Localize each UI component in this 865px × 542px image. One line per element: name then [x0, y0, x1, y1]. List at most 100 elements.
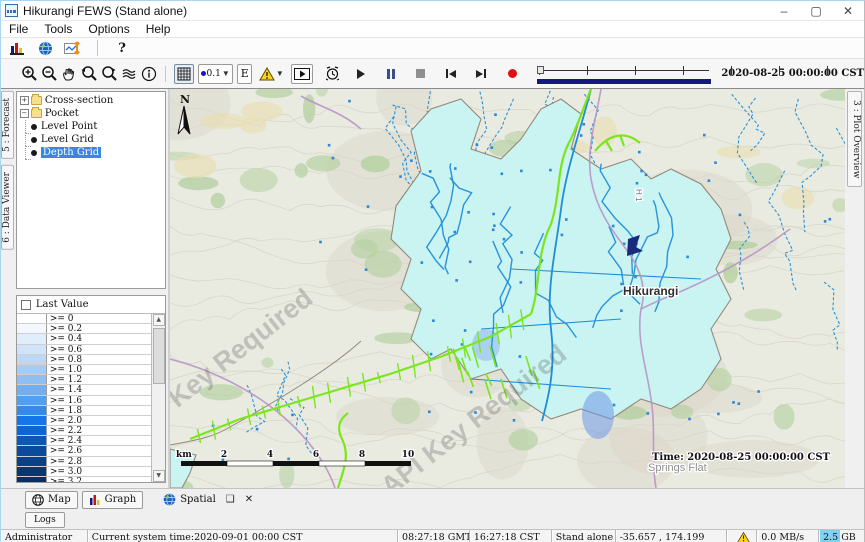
- legend-swatch: [17, 436, 47, 445]
- bottom-tab-bar: Map Graph Spatial ❑ ✕: [1, 488, 864, 510]
- warning-threshold-dropdown[interactable]: ▼: [256, 64, 287, 84]
- stop-button[interactable]: [411, 64, 431, 84]
- tab-data-viewer[interactable]: 6 : Data Viewer: [1, 165, 14, 250]
- tab-map[interactable]: Map: [25, 491, 78, 509]
- menu-options[interactable]: Options: [80, 22, 137, 36]
- info-icon[interactable]: [139, 64, 159, 84]
- tree-item-level-grid[interactable]: Level Grid: [17, 133, 165, 146]
- legend-swatch: [17, 334, 47, 343]
- left-dock-strip: 5 : Forecast 6 : Data Viewer: [1, 89, 15, 488]
- database-explorer-icon[interactable]: [7, 38, 27, 58]
- legend-swatch: [17, 426, 47, 435]
- window-title: Hikurangi FEWS (Stand alone): [23, 4, 187, 18]
- zoom-previous-icon[interactable]: [79, 64, 99, 84]
- movie-player-button[interactable]: [291, 64, 313, 84]
- zoom-next-icon[interactable]: [99, 64, 119, 84]
- map-display-icon[interactable]: [35, 38, 55, 58]
- legend-label: >= 1.0: [47, 365, 151, 374]
- legend-row: >= 2.8: [17, 457, 151, 467]
- legend-row: >= 3.0: [17, 467, 151, 477]
- timeline-handle[interactable]: [537, 66, 544, 74]
- legend-label: >= 0.8: [47, 355, 151, 364]
- zoom-out-icon[interactable]: [39, 64, 59, 84]
- logs-button[interactable]: Logs: [25, 512, 65, 528]
- layer-bullet-icon: [31, 124, 37, 130]
- right-dock-strip: 3 : Plot Overview: [845, 89, 864, 488]
- contour-interval-value: 0.1: [207, 69, 221, 79]
- tab-graph[interactable]: Graph: [82, 491, 144, 509]
- status-warning[interactable]: [727, 530, 757, 542]
- tab-spatial[interactable]: Spatial ❑ ✕: [159, 491, 257, 509]
- pause-button[interactable]: [381, 64, 401, 84]
- legend-label: >= 1.2: [47, 375, 151, 384]
- legend-swatch: [17, 365, 47, 374]
- menu-help[interactable]: Help: [138, 22, 179, 36]
- chevron-down-icon: ▼: [276, 69, 284, 78]
- expand-icon[interactable]: +: [20, 96, 29, 105]
- play-button[interactable]: [351, 64, 371, 84]
- contour-interval-dropdown[interactable]: 0.1 ▼: [198, 64, 233, 84]
- menu-bar: File Tools Options Help: [1, 21, 864, 38]
- legend-row: >= 2.2: [17, 426, 151, 436]
- close-button[interactable]: ✕: [832, 1, 864, 20]
- timeseries-display-icon[interactable]: [63, 38, 83, 58]
- scroll-thumb[interactable]: [153, 328, 165, 384]
- legend-row: >= 0: [17, 314, 151, 324]
- tab-plot-overview[interactable]: 3 : Plot Overview: [847, 91, 862, 187]
- minimize-button[interactable]: –: [768, 1, 800, 20]
- place-label: Springs Flat: [648, 462, 707, 474]
- legend-swatch: [17, 385, 47, 394]
- warning-icon: [737, 532, 750, 542]
- skip-to-start-button[interactable]: [441, 64, 461, 84]
- status-gmt-time: 08:27:18 GMT: [398, 530, 470, 542]
- grid-display-button[interactable]: [174, 64, 194, 84]
- menu-file[interactable]: File: [1, 22, 36, 36]
- collapse-icon[interactable]: −: [20, 109, 29, 118]
- skip-to-end-button[interactable]: [471, 64, 491, 84]
- legend-row: >= 3.2: [17, 477, 151, 482]
- legend-scrollbar[interactable]: ▲ ▼: [151, 314, 165, 482]
- svg-text:10: 10: [402, 450, 415, 460]
- tree-item-level-point[interactable]: Level Point: [17, 120, 165, 133]
- zoom-in-icon[interactable]: [19, 64, 39, 84]
- svg-text:km: km: [176, 450, 192, 460]
- timeline-timestamp: 2020-08-25 00:00:00 CST: [721, 68, 864, 79]
- map-view[interactable]: API Key Required API Key Required Hikura…: [168, 89, 845, 488]
- help-button[interactable]: ?: [112, 38, 132, 58]
- legend-title: Last Value: [36, 299, 89, 310]
- close-panel-icon[interactable]: ✕: [245, 494, 253, 505]
- tree-item-cross-section[interactable]: + Cross-section: [17, 94, 165, 107]
- legend-label: >= 3.0: [47, 467, 151, 476]
- pan-hand-icon[interactable]: [59, 64, 79, 84]
- legend-swatch: [17, 406, 47, 415]
- logs-row: Logs: [1, 510, 864, 529]
- layers-icon[interactable]: [119, 64, 139, 84]
- last-value-checkbox[interactable]: [21, 300, 31, 310]
- menu-tools[interactable]: Tools: [36, 22, 80, 36]
- legend-entries: >= 0>= 0.2>= 0.4>= 0.6>= 0.8>= 1.0>= 1.2…: [17, 314, 151, 482]
- title-bar: Hikurangi FEWS (Stand alone) – ▢ ✕: [1, 1, 864, 21]
- legend-label: >= 2.0: [47, 416, 151, 425]
- legend-swatch: [17, 345, 47, 354]
- restore-panel-icon[interactable]: ❑: [226, 494, 235, 505]
- legend-label: >= 1.8: [47, 406, 151, 415]
- label-toggle-button[interactable]: E: [237, 64, 252, 84]
- legend-row: >= 2.6: [17, 446, 151, 456]
- tab-forecast[interactable]: 5 : Forecast: [1, 91, 14, 159]
- tree-item-depth-grid[interactable]: Depth Grid: [17, 146, 165, 159]
- legend-row: >= 1.4: [17, 385, 151, 395]
- record-button[interactable]: [501, 64, 521, 84]
- scroll-down-icon[interactable]: ▼: [153, 470, 165, 482]
- timeline-extent-bar: [537, 79, 712, 84]
- animation-settings-icon[interactable]: [323, 64, 343, 84]
- legend-label: >= 3.2: [47, 477, 151, 482]
- scroll-up-icon[interactable]: ▲: [153, 314, 165, 326]
- maximize-button[interactable]: ▢: [800, 1, 832, 20]
- legend-label: >= 0.4: [47, 334, 151, 343]
- timeline-slider[interactable]: [535, 63, 714, 85]
- legend-row: >= 1.8: [17, 406, 151, 416]
- status-system-time: Current system time:2020-09-01 00:00 CST: [88, 530, 398, 542]
- tree-item-pocket[interactable]: − Pocket: [17, 107, 165, 120]
- town-label: Hikurangi: [623, 284, 678, 298]
- legend-swatch: [17, 396, 47, 405]
